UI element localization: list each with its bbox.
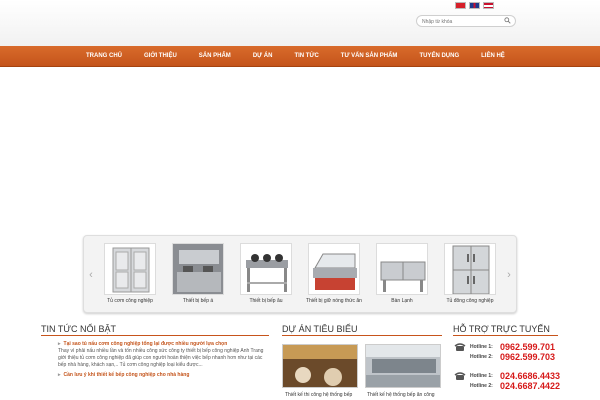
product-image[interactable] (376, 243, 428, 295)
project-image[interactable] (282, 344, 358, 388)
news-item-excerpt: Thay vì phải nấu nhiều lần và tốn nhiều … (58, 348, 264, 368)
project-image[interactable] (365, 344, 441, 388)
hotline-label: Hotline 1: (470, 373, 493, 379)
project-caption[interactable]: Thiết kế hệ thống bếp ăn công (367, 392, 435, 398)
product-carousel: ‹ Tủ cơm công nghiệp Thiết bị bếp á Thiế… (83, 235, 517, 313)
product-name[interactable]: Tủ cơm công nghiệp (100, 298, 160, 305)
news-item-title-text[interactable]: Cần lưu ý khi thiết kế bếp công nghiệp c… (64, 372, 190, 378)
news-heading: TIN TỨC NỔI BẬT (41, 324, 117, 334)
search-box (416, 15, 516, 27)
my-flag-icon[interactable] (483, 2, 494, 9)
nav-item-products[interactable]: SẢN PHẨM (188, 46, 242, 67)
hotline-number[interactable]: 024.6686.4433 (500, 371, 560, 381)
bullet-arrow-icon: ▸ (58, 341, 61, 347)
hotline-label: Hotline 2: (470, 383, 493, 389)
product-image[interactable] (172, 243, 224, 295)
phone-icon (454, 372, 466, 380)
news-item-title[interactable]: ▸ Tại sao tủ nấu cơm công nghiệp tổng lại… (58, 340, 268, 348)
nav-item-about[interactable]: GIỚI THIỆU (133, 46, 188, 67)
hotline-row: Hotline 1: 0962.599.701 (454, 342, 555, 352)
product-name[interactable]: Bàn Lạnh (372, 298, 432, 305)
nav-item-contact[interactable]: LIÊN HỆ (470, 46, 516, 67)
news-heading-underline (41, 335, 269, 336)
product-card[interactable]: Thiết bị giữ nóng thức ăn (304, 243, 364, 305)
hotline-row: Hotline 2: 0962.599.703 (454, 352, 555, 362)
hotline-number[interactable]: 024.6687.4422 (500, 381, 560, 391)
projects-heading: DỰ ÁN TIÊU BIỂU (282, 324, 358, 334)
search-icon[interactable] (504, 17, 511, 24)
project-caption[interactable]: Thiết kế thi công hệ thống bếp (285, 392, 352, 398)
product-name[interactable]: Thiết bị bếp âu (236, 298, 296, 305)
top-header (0, 0, 600, 46)
nav-item-consulting[interactable]: TƯ VẤN SẢN PHẨM (330, 46, 409, 67)
main-nav: TRANG CHỦ GIỚI THIỆU SẢN PHẨM DỰ ÁN TIN … (0, 46, 600, 67)
product-image[interactable] (308, 243, 360, 295)
hotline-row: Hotline 1: 024.6686.4433 (454, 371, 560, 381)
bullet-arrow-icon: ▸ (58, 372, 61, 378)
news-item-title[interactable]: ▸ Cần lưu ý khi thiết kế bếp công nghiệp … (58, 371, 268, 379)
nav-item-news[interactable]: TIN TỨC (283, 46, 329, 67)
support-heading: HỖ TRỢ TRỰC TUYẾN (453, 324, 550, 334)
product-card[interactable]: Tủ đông công nghiệp (440, 243, 500, 305)
product-image[interactable] (240, 243, 292, 295)
product-name[interactable]: Thiết bị bếp á (168, 298, 228, 305)
product-image[interactable] (444, 243, 496, 295)
list-item: ▸ Tại sao tủ nấu cơm công nghiệp tổng lại… (58, 340, 268, 369)
list-item: ▸ Cần lưu ý khi thiết kế bếp công nghiệp … (58, 371, 268, 379)
hotline-number[interactable]: 0962.599.703 (500, 352, 555, 362)
support-heading-underline (453, 335, 558, 336)
projects-heading-underline (282, 335, 442, 336)
product-name[interactable]: Tủ đông công nghiệp (440, 298, 500, 305)
carousel-prev-arrow-icon[interactable]: ‹ (84, 236, 98, 314)
phone-icon (454, 343, 466, 351)
product-name[interactable]: Thiết bị giữ nóng thức ăn (304, 298, 364, 305)
hotline-number[interactable]: 0962.599.701 (500, 342, 555, 352)
language-switcher (455, 2, 494, 9)
nav-item-projects[interactable]: DỰ ÁN (242, 46, 284, 67)
product-card[interactable]: Tủ cơm công nghiệp (100, 243, 160, 305)
vi-flag-icon[interactable] (455, 2, 466, 9)
product-image[interactable] (104, 243, 156, 295)
en-flag-icon[interactable] (469, 2, 480, 9)
hotline-row: Hotline 2: 024.6687.4422 (454, 381, 560, 391)
product-card[interactable]: Thiết bị bếp á (168, 243, 228, 305)
product-card[interactable]: Bàn Lạnh (372, 243, 432, 305)
carousel-next-arrow-icon[interactable]: › (502, 236, 516, 314)
hotline-label: Hotline 1: (470, 344, 493, 350)
nav-item-recruitment[interactable]: TUYỂN DỤNG (408, 46, 470, 67)
nav-item-home[interactable]: TRANG CHỦ (75, 46, 133, 67)
hotline-label: Hotline 2: (470, 354, 493, 360)
news-list: ▸ Tại sao tủ nấu cơm công nghiệp tổng lại… (58, 340, 268, 379)
search-input[interactable] (422, 17, 502, 26)
news-item-title-text[interactable]: Tại sao tủ nấu cơm công nghiệp tổng lại … (64, 341, 228, 347)
product-card[interactable]: Thiết bị bếp âu (236, 243, 296, 305)
